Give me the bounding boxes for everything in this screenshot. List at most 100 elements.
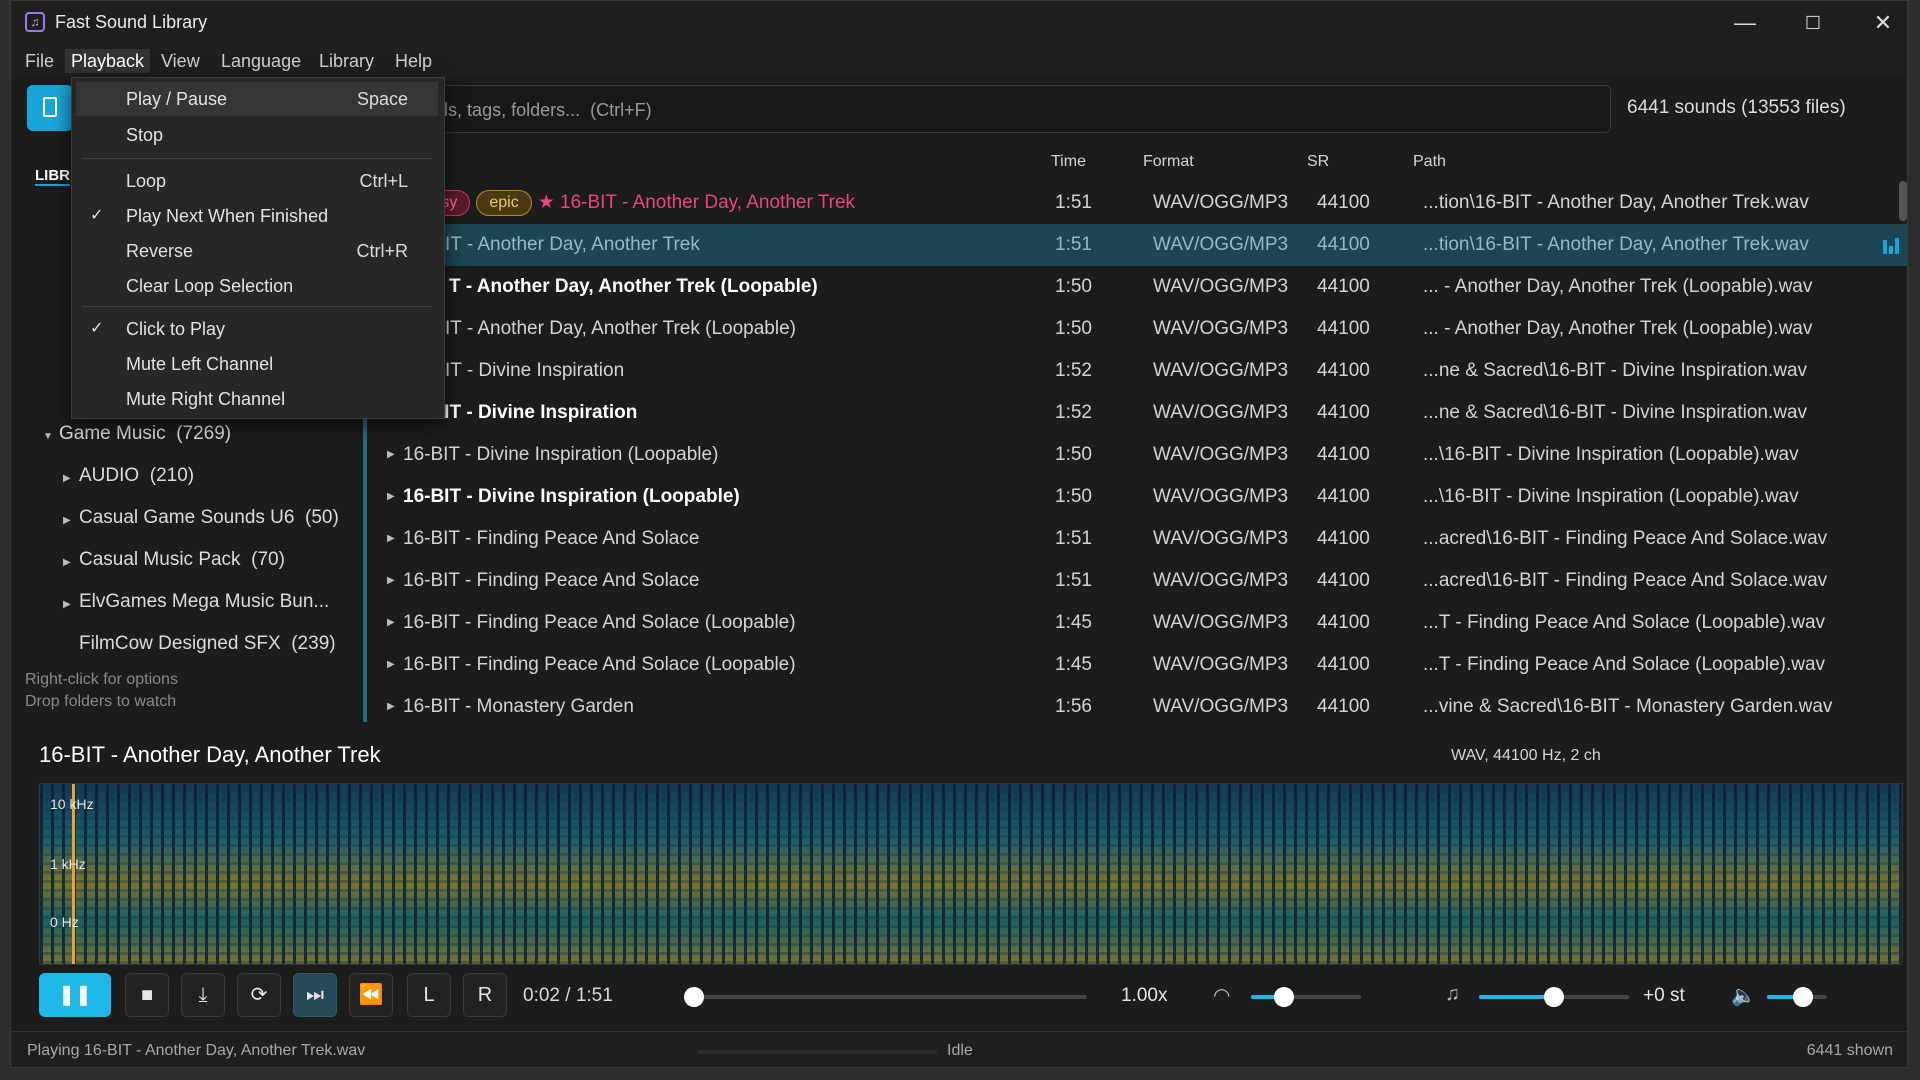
- sound-name: 16-BIT - Finding Peace And Solace (Loopa…: [403, 612, 796, 633]
- sound-path: ...T - Finding Peace And Solace (Loopabl…: [1423, 612, 1826, 633]
- pitch-thumb[interactable]: [1544, 987, 1564, 1007]
- freq-label: 1 kHz: [50, 856, 86, 872]
- sound-sr: 44100: [1317, 696, 1370, 717]
- menu-item-reverse[interactable]: Reverse Ctrl+R: [76, 234, 438, 268]
- menu-language[interactable]: Language: [215, 49, 307, 73]
- expand-triangle-icon[interactable]: ▶: [387, 686, 395, 722]
- sound-format: WAV/OGG/MP3: [1153, 192, 1289, 213]
- table-row[interactable]: ▶ 16-BIT - Finding Peace And Solace 1:51…: [367, 560, 1907, 602]
- menu-file[interactable]: File: [19, 49, 60, 73]
- table-row[interactable]: IT - Divine Inspiration 1:52 WAV/OGG/MP3…: [367, 350, 1907, 392]
- menu-library[interactable]: Library: [313, 49, 380, 73]
- table-row[interactable]: ▶ 16-BIT - Finding Peace And Solace (Loo…: [367, 602, 1907, 644]
- volume-slider[interactable]: [1767, 987, 1827, 1007]
- column-header-time[interactable]: Time: [1051, 153, 1086, 171]
- table-scrollbar[interactable]: [1899, 181, 1907, 221]
- stop-button[interactable]: ■: [125, 973, 169, 1017]
- seek-slider[interactable]: [684, 987, 1087, 1007]
- collapsed-triangle-icon[interactable]: ▶: [63, 590, 79, 620]
- table-row[interactable]: IT - Another Day, Another Trek 1:51 WAV/…: [367, 224, 1907, 266]
- now-playing-meta: WAV, 44100 Hz, 2 ch: [1451, 747, 1601, 764]
- table-row[interactable]: 16-BIT - Divine Inspiration 1:52 WAV/OGG…: [367, 392, 1907, 434]
- table-row[interactable]: ▶ 16-BIT - Finding Peace And Solace 1:51…: [367, 518, 1907, 560]
- add-folder-button[interactable]: [27, 85, 73, 131]
- spectrogram[interactable]: 10 kHz 1 kHz 0 Hz: [39, 783, 1903, 965]
- sound-sr: 44100: [1317, 654, 1370, 675]
- status-state: Idle: [947, 1042, 973, 1059]
- sound-table: Time Format SR Path tasyepic★ 16-BIT - A…: [363, 147, 1907, 722]
- table-row[interactable]: tasyepic★ 16-BIT - Another Day, Another …: [367, 182, 1907, 224]
- table-row[interactable]: ▶ 16-BIT - Finding Peace And Solace (Loo…: [367, 644, 1907, 686]
- maximize-button[interactable]: ☐: [1781, 1, 1845, 45]
- favorite-star-icon[interactable]: ★: [538, 192, 560, 213]
- table-row[interactable]: ▶ 16-BIT - Monastery Garden 1:56 WAV/OGG…: [367, 686, 1907, 722]
- sound-path: ...T - Finding Peace And Solace (Loopabl…: [1423, 654, 1826, 675]
- search-box: [361, 85, 1611, 133]
- expand-triangle-icon[interactable]: ▶: [387, 602, 395, 644]
- sidebar-item-filmcow[interactable]: FilmCow Designed SFX (239): [79, 629, 336, 659]
- sound-name: IT - Another Day, Another Trek (Loopable…: [445, 318, 796, 339]
- volume-thumb[interactable]: [1793, 987, 1813, 1007]
- sound-time: 1:51: [1055, 234, 1092, 255]
- sound-sr: 44100: [1317, 486, 1370, 507]
- sidebar-item-casual-music-pack[interactable]: ▶ Casual Music Pack (70): [63, 545, 285, 575]
- search-input[interactable]: [382, 94, 1586, 126]
- menu-item-mute-left[interactable]: Mute Left Channel: [76, 347, 438, 381]
- sidebar-item-elvgames[interactable]: ▶ ElvGames Mega Music Bun...: [63, 587, 329, 617]
- rate-slider[interactable]: [1251, 987, 1361, 1007]
- expand-triangle-icon[interactable]: ▶: [387, 644, 395, 686]
- sidebar-item-casual-game-sounds[interactable]: ▶ Casual Game Sounds U6 (50): [63, 503, 339, 533]
- sound-format: WAV/OGG/MP3: [1153, 360, 1289, 381]
- table-row[interactable]: IT - Another Day, Another Trek (Loopable…: [367, 308, 1907, 350]
- menu-item-clear-loop[interactable]: Clear Loop Selection: [76, 269, 438, 303]
- menu-view[interactable]: View: [155, 49, 206, 73]
- sound-name: 16-BIT - Divine Inspiration (Loopable): [403, 486, 740, 507]
- sound-time: 1:50: [1055, 276, 1092, 297]
- collapsed-triangle-icon[interactable]: ▶: [63, 464, 79, 494]
- menu-item-play-pause[interactable]: Play / Pause Space: [76, 82, 438, 116]
- menu-item-loop[interactable]: Loop Ctrl+L: [76, 164, 438, 198]
- table-row[interactable]: T - Another Day, Another Trek (Loopable)…: [367, 266, 1907, 308]
- table-row[interactable]: ▶ 16-BIT - Divine Inspiration (Loopable)…: [367, 434, 1907, 476]
- volume-icon[interactable]: 🔈: [1731, 983, 1756, 1008]
- table-row[interactable]: ▶ 16-BIT - Divine Inspiration (Loopable)…: [367, 476, 1907, 518]
- expand-triangle-icon[interactable]: ▶: [387, 518, 395, 560]
- tab-library[interactable]: LIBR: [35, 167, 70, 186]
- sound-name: 16-BIT - Another Day, Another Trek: [560, 192, 856, 213]
- sound-path: ...tion\16-BIT - Another Day, Another Tr…: [1423, 192, 1809, 213]
- rate-thumb[interactable]: [1274, 987, 1294, 1007]
- menu-item-click-to-play[interactable]: ✓ Click to Play: [76, 312, 438, 346]
- left-channel-button[interactable]: L: [407, 973, 451, 1017]
- menu-item-stop[interactable]: Stop: [76, 118, 438, 152]
- right-channel-button[interactable]: R: [463, 973, 507, 1017]
- sound-format: WAV/OGG/MP3: [1153, 234, 1289, 255]
- column-header-path[interactable]: Path: [1413, 153, 1446, 171]
- sound-sr: 44100: [1317, 276, 1370, 297]
- expanded-triangle-icon[interactable]: ▼: [43, 422, 59, 452]
- loop-button[interactable]: ⟳: [237, 973, 281, 1017]
- next-button[interactable]: ⏭: [293, 973, 337, 1017]
- rewind-button[interactable]: ⏪: [349, 973, 393, 1017]
- sound-time: 1:50: [1055, 318, 1092, 339]
- seek-thumb[interactable]: [684, 987, 705, 1007]
- pitch-slider[interactable]: [1479, 987, 1629, 1007]
- menu-item-mute-right[interactable]: Mute Right Channel: [76, 382, 438, 416]
- column-header-sr[interactable]: SR: [1307, 153, 1329, 171]
- menu-playback[interactable]: Playback: [65, 49, 151, 73]
- menu-item-play-next[interactable]: ✓ Play Next When Finished: [76, 199, 438, 233]
- sidebar-item-game-music[interactable]: ▼ Game Music (7269): [43, 419, 231, 449]
- pause-button[interactable]: ❚❚: [39, 973, 111, 1017]
- now-playing-bars-icon: [1883, 236, 1901, 254]
- expand-triangle-icon[interactable]: ▶: [387, 476, 395, 518]
- column-header-format[interactable]: Format: [1143, 153, 1194, 171]
- expand-triangle-icon[interactable]: ▶: [387, 560, 395, 602]
- sidebar-item-audio[interactable]: ▶ AUDIO (210): [63, 461, 194, 491]
- expand-triangle-icon[interactable]: ▶: [387, 434, 395, 476]
- collapsed-triangle-icon[interactable]: ▶: [63, 548, 79, 578]
- menu-help[interactable]: Help: [389, 49, 438, 73]
- minimize-button[interactable]: —: [1713, 1, 1777, 45]
- collapsed-triangle-icon[interactable]: ▶: [63, 506, 79, 536]
- export-button[interactable]: ⤓: [181, 973, 225, 1017]
- close-button[interactable]: ✕: [1851, 1, 1907, 45]
- tag-epic[interactable]: epic: [476, 189, 532, 216]
